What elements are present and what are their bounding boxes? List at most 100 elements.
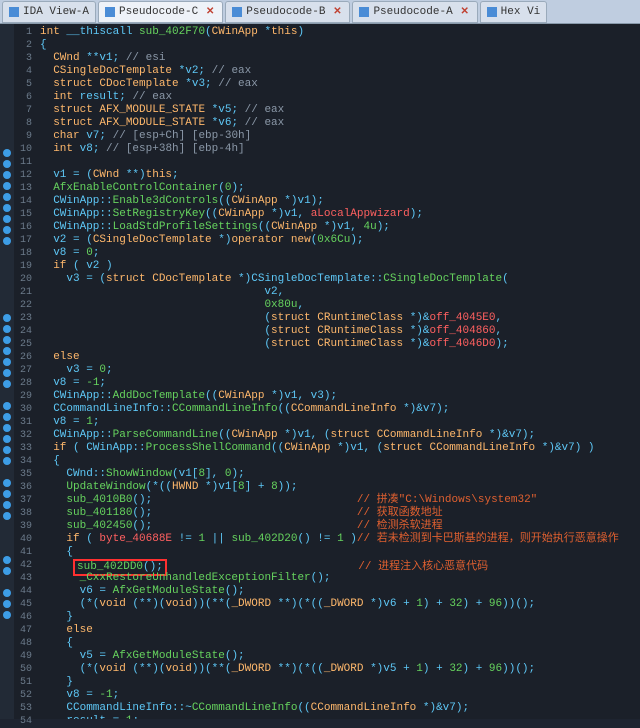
- code-line[interactable]: int __thiscall sub_402F70(CWinApp *this): [40, 26, 636, 39]
- breakpoint-dot[interactable]: [3, 292, 11, 300]
- code-line[interactable]: [40, 156, 636, 169]
- code-line[interactable]: sub_4010B0(); // 拼凑"C:\Windows\system32": [40, 494, 636, 507]
- breakpoint-dot[interactable]: [3, 413, 11, 421]
- close-icon[interactable]: ✕: [204, 6, 216, 18]
- breakpoint-dot[interactable]: [3, 380, 11, 388]
- code-line[interactable]: CWinApp::AddDocTemplate((CWinApp *)v1, v…: [40, 390, 636, 403]
- breakpoint-dot[interactable]: [3, 72, 11, 80]
- code-line[interactable]: else: [40, 351, 636, 364]
- tab-pseudocode-c[interactable]: Pseudocode-C ✕: [98, 1, 223, 23]
- breakpoint-dot[interactable]: [3, 204, 11, 212]
- tab-pseudocode-a[interactable]: Pseudocode-A ✕: [352, 1, 477, 23]
- code-line[interactable]: v3 = (struct CDocTemplate *)CSingleDocTe…: [40, 273, 636, 286]
- breakpoint-dot[interactable]: [3, 28, 11, 36]
- tab-ida-view-a[interactable]: IDA View-A: [2, 1, 96, 23]
- breakpoint-dot[interactable]: [3, 325, 11, 333]
- code-line[interactable]: else: [40, 624, 636, 637]
- breakpoint-dot[interactable]: [3, 402, 11, 410]
- breakpoint-dot[interactable]: [3, 39, 11, 47]
- breakpoint-dot[interactable]: [3, 369, 11, 377]
- code-line[interactable]: int result; // eax: [40, 91, 636, 104]
- code-area[interactable]: int __thiscall sub_402F70(CWinApp *this)…: [36, 24, 640, 719]
- breakpoint-dot[interactable]: [3, 105, 11, 113]
- breakpoint-dot[interactable]: [3, 512, 11, 520]
- code-line[interactable]: _CxxRestoreUnhandledExceptionFilter();: [40, 572, 636, 585]
- breakpoint-dot[interactable]: [3, 600, 11, 608]
- code-line[interactable]: CWinApp::Enable3dControls((CWinApp *)v1)…: [40, 195, 636, 208]
- breakpoint-dot[interactable]: [3, 589, 11, 597]
- code-line[interactable]: }: [40, 611, 636, 624]
- code-line[interactable]: sub_401180(); // 获取函数地址: [40, 507, 636, 520]
- code-line[interactable]: (*(void (**)(void))(**(_DWORD **)(*((_DW…: [40, 663, 636, 676]
- code-line[interactable]: if ( v2 ): [40, 260, 636, 273]
- breakpoint-dot[interactable]: [3, 446, 11, 454]
- breakpoint-dot[interactable]: [3, 457, 11, 465]
- breakpoint-dot[interactable]: [3, 248, 11, 256]
- code-line[interactable]: char v7; // [esp+Ch] [ebp-30h]: [40, 130, 636, 143]
- breakpoint-dot[interactable]: [3, 171, 11, 179]
- code-line[interactable]: v2 = (CSingleDocTemplate *)operator new(…: [40, 234, 636, 247]
- code-line[interactable]: v6 = AfxGetModuleState();: [40, 585, 636, 598]
- breakpoint-dot[interactable]: [3, 215, 11, 223]
- code-line[interactable]: (struct CRuntimeClass *)&off_4045E0,: [40, 312, 636, 325]
- breakpoint-dot[interactable]: [3, 259, 11, 267]
- breakpoint-dot[interactable]: [3, 226, 11, 234]
- breakpoint-dot[interactable]: [3, 237, 11, 245]
- breakpoint-dot[interactable]: [3, 336, 11, 344]
- code-line[interactable]: }: [40, 676, 636, 689]
- breakpoint-dot[interactable]: [3, 490, 11, 498]
- code-line[interactable]: (struct CRuntimeClass *)&off_404860,: [40, 325, 636, 338]
- code-line[interactable]: v5 = AfxGetModuleState();: [40, 650, 636, 663]
- breakpoint-dot[interactable]: [3, 534, 11, 542]
- breakpoint-dot[interactable]: [3, 435, 11, 443]
- breakpoint-dot[interactable]: [3, 160, 11, 168]
- breakpoint-dot[interactable]: [3, 567, 11, 575]
- breakpoint-dot[interactable]: [3, 127, 11, 135]
- code-line[interactable]: {: [40, 546, 636, 559]
- breakpoint-dot[interactable]: [3, 424, 11, 432]
- code-line[interactable]: CWnd::ShowWindow(v1[8], 0);: [40, 468, 636, 481]
- breakpoint-dot[interactable]: [3, 270, 11, 278]
- code-line[interactable]: CCommandLineInfo::CCommandLineInfo((CCom…: [40, 403, 636, 416]
- breakpoint-dot[interactable]: [3, 61, 11, 69]
- close-icon[interactable]: ✕: [459, 6, 471, 18]
- code-line[interactable]: {: [40, 39, 636, 52]
- code-line[interactable]: (*(void (**)(void))(**(_DWORD **)(*((_DW…: [40, 598, 636, 611]
- code-line[interactable]: result = 1;: [40, 715, 636, 719]
- breakpoint-dot[interactable]: [3, 281, 11, 289]
- code-line[interactable]: sub_402450(); // 检测杀软进程: [40, 520, 636, 533]
- code-line[interactable]: int v8; // [esp+38h] [ebp-4h]: [40, 143, 636, 156]
- code-line[interactable]: struct AFX_MODULE_STATE *v6; // eax: [40, 117, 636, 130]
- breakpoint-column[interactable]: [0, 24, 14, 719]
- code-line[interactable]: v8 = -1;: [40, 377, 636, 390]
- code-line[interactable]: v1 = (CWnd **)this;: [40, 169, 636, 182]
- code-line[interactable]: {: [40, 455, 636, 468]
- code-line[interactable]: 0x80u,: [40, 299, 636, 312]
- breakpoint-dot[interactable]: [3, 347, 11, 355]
- breakpoint-dot[interactable]: [3, 545, 11, 553]
- close-icon[interactable]: ✕: [331, 6, 343, 18]
- breakpoint-dot[interactable]: [3, 149, 11, 157]
- breakpoint-dot[interactable]: [3, 611, 11, 619]
- breakpoint-dot[interactable]: [3, 94, 11, 102]
- code-line[interactable]: v2,: [40, 286, 636, 299]
- breakpoint-dot[interactable]: [3, 468, 11, 476]
- code-line[interactable]: (struct CRuntimeClass *)&off_4046D0);: [40, 338, 636, 351]
- breakpoint-dot[interactable]: [3, 314, 11, 322]
- breakpoint-dot[interactable]: [3, 303, 11, 311]
- breakpoint-dot[interactable]: [3, 358, 11, 366]
- code-line[interactable]: v8 = 0;: [40, 247, 636, 260]
- breakpoint-dot[interactable]: [3, 83, 11, 91]
- code-line[interactable]: v3 = 0;: [40, 364, 636, 377]
- code-line[interactable]: CWinApp::SetRegistryKey((CWinApp *)v1, a…: [40, 208, 636, 221]
- code-line[interactable]: struct CDocTemplate *v3; // eax: [40, 78, 636, 91]
- breakpoint-dot[interactable]: [3, 523, 11, 531]
- code-line[interactable]: sub_402DD0(); // 进程注入核心恶意代码: [40, 559, 636, 572]
- code-line[interactable]: CWinApp::ParseCommandLine((CWinApp *)v1,…: [40, 429, 636, 442]
- breakpoint-dot[interactable]: [3, 556, 11, 564]
- code-line[interactable]: v8 = 1;: [40, 416, 636, 429]
- breakpoint-dot[interactable]: [3, 391, 11, 399]
- tab-pseudocode-b[interactable]: Pseudocode-B ✕: [225, 1, 350, 23]
- breakpoint-dot[interactable]: [3, 578, 11, 586]
- breakpoint-dot[interactable]: [3, 501, 11, 509]
